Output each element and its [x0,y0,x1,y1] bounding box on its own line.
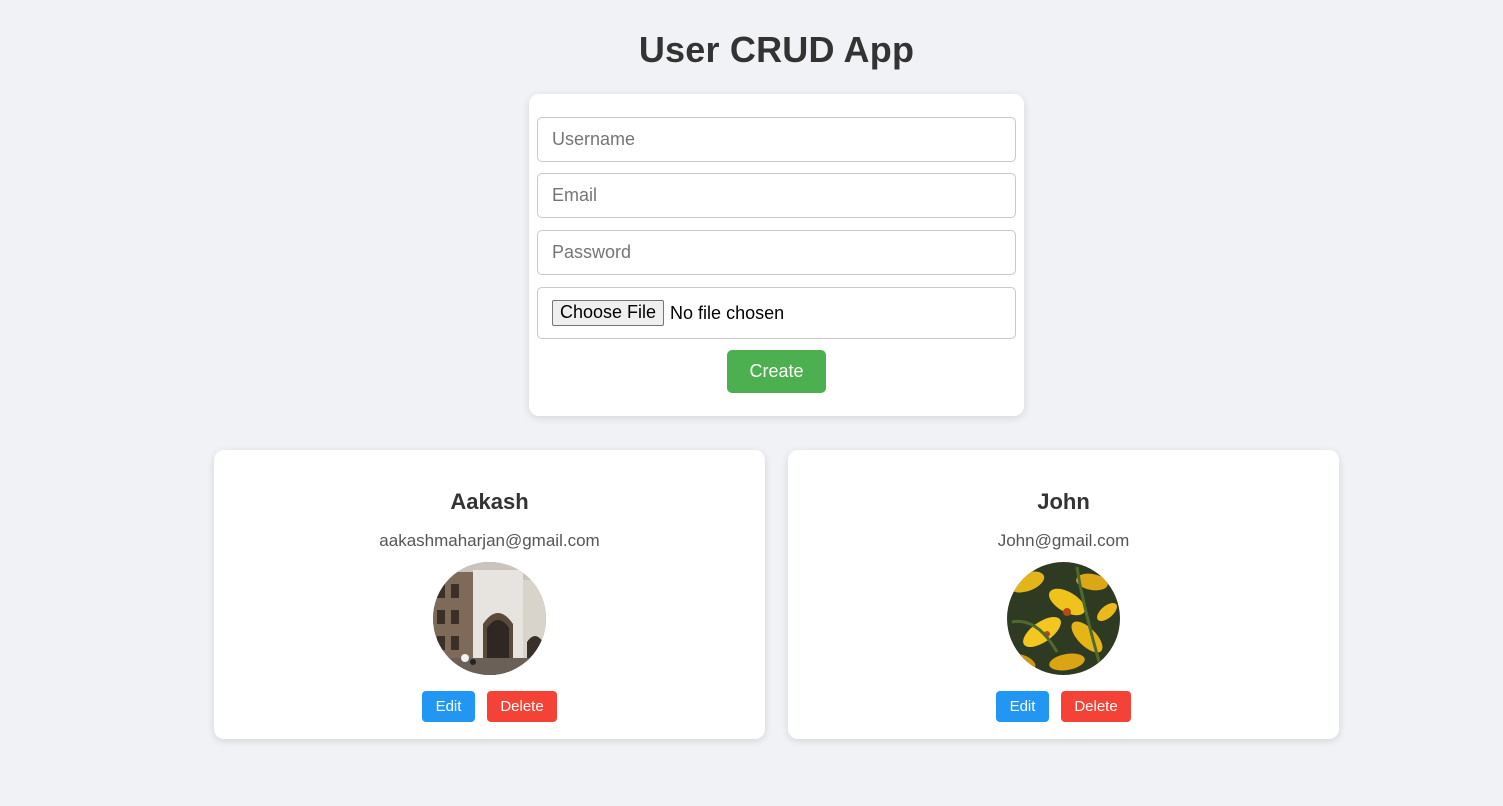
create-user-form: Username Email Password Choose File No f… [529,94,1024,416]
page-title: User CRUD App [638,29,915,70]
delete-button[interactable]: Delete [1061,691,1131,722]
username-input[interactable]: Username [537,117,1016,162]
choose-file-button[interactable]: Choose File [552,300,665,326]
delete-button[interactable]: Delete [487,691,557,722]
page: User CRUD App Username Email Password Ch… [0,0,1503,806]
user-email: John@gmail.com [997,531,1130,550]
building-photo-icon [433,562,546,675]
create-button[interactable]: Create [727,350,826,393]
email-input[interactable]: Email [537,173,1016,218]
edit-button[interactable]: Edit [422,691,475,722]
avatar [433,562,546,675]
avatar [1007,562,1120,675]
user-name: Aakash [450,489,529,514]
password-input[interactable]: Password [537,230,1016,275]
user-actions: Edit Delete [788,691,1339,722]
yellow-lily-photo-icon [1007,562,1120,675]
user-card: John John@gmail.com Edit Delete [788,450,1339,739]
user-card: Aakash aakashmaharjan@gmail.com Edit Del… [214,450,765,739]
file-input[interactable]: Choose File No file chosen [537,287,1016,339]
user-email: aakashmaharjan@gmail.com [379,531,600,550]
user-name: John [1037,489,1090,514]
file-status: No file chosen [670,302,785,323]
user-actions: Edit Delete [214,691,765,722]
edit-button[interactable]: Edit [996,691,1049,722]
